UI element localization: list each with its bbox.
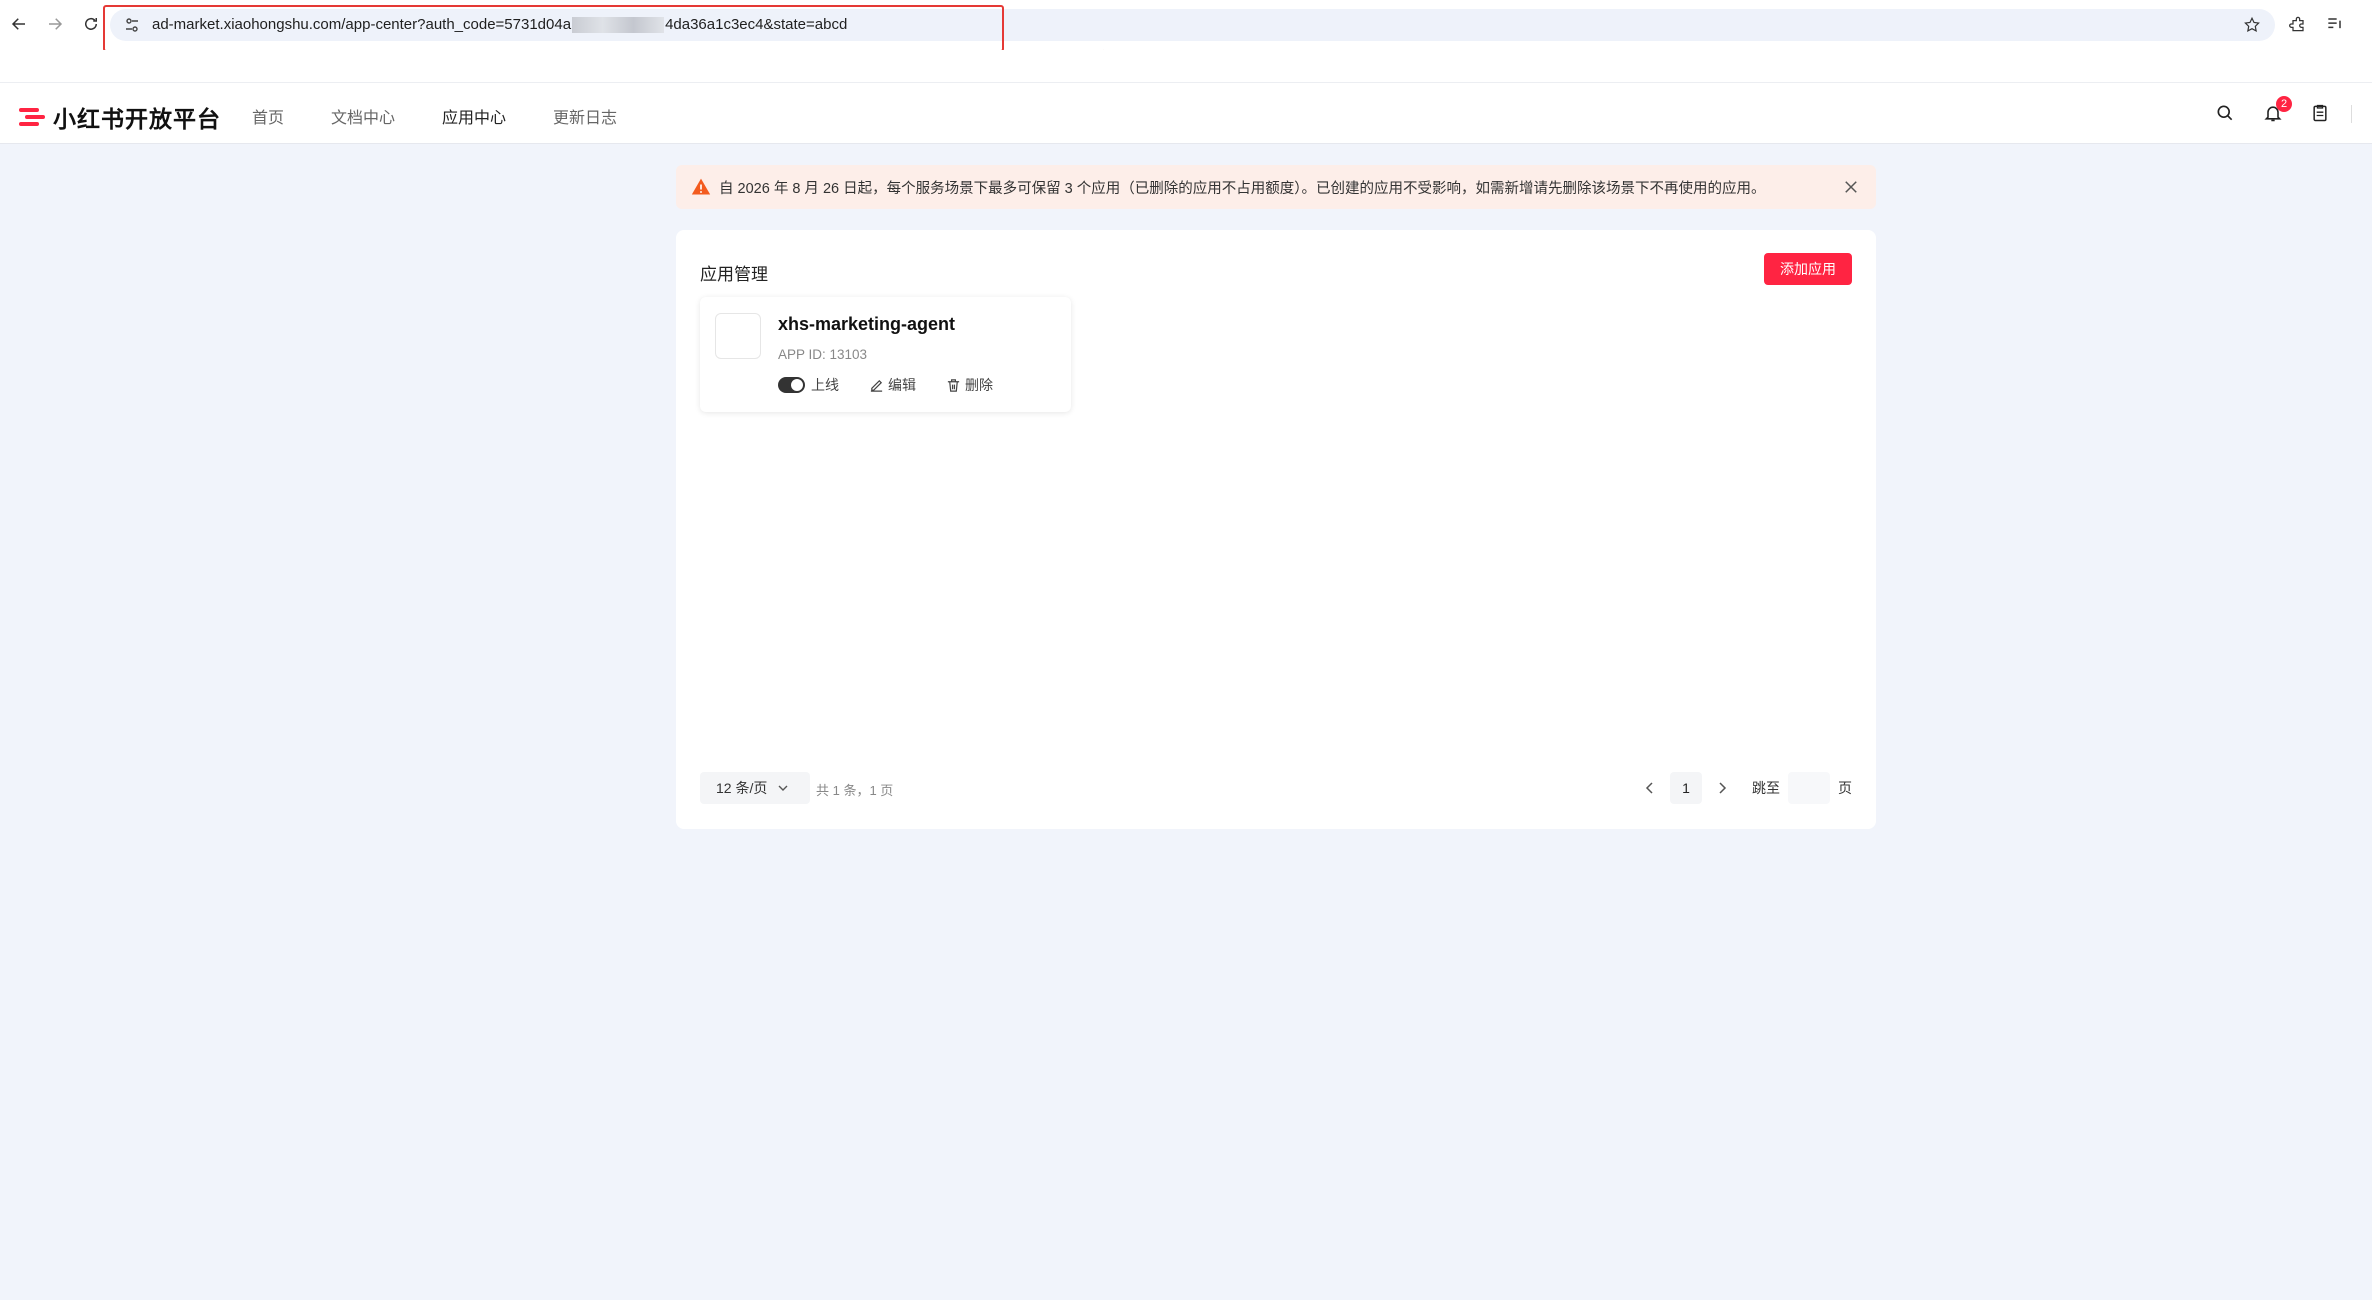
edit-icon[interactable]: [869, 378, 884, 393]
warning-icon: [691, 178, 711, 195]
nav-home[interactable]: 首页: [252, 104, 284, 128]
back-arrow-icon: [11, 18, 25, 30]
edit-button[interactable]: 编辑: [888, 375, 916, 395]
page-size-value: 12 条/页: [716, 780, 768, 796]
forward-button[interactable]: [44, 13, 66, 35]
online-toggle[interactable]: [778, 377, 805, 393]
page-number[interactable]: 1: [1670, 772, 1702, 804]
chevron-down-icon: [778, 785, 788, 791]
forward-arrow-icon: [49, 18, 63, 30]
search-icon: [2217, 105, 2233, 121]
jump-page-input[interactable]: [1788, 772, 1830, 804]
notification-badge: 2: [2276, 96, 2292, 112]
add-app-button[interactable]: 添加应用: [1764, 253, 1852, 285]
header-divider: [2351, 105, 2352, 123]
nav-docs[interactable]: 文档中心: [331, 104, 395, 128]
xiaohongshu-logo-icon: [19, 108, 45, 126]
reload-button[interactable]: [80, 13, 102, 35]
bookmark-star-icon[interactable]: [2243, 16, 2261, 34]
jump-label: 跳至: [1752, 780, 1780, 796]
next-page-icon[interactable]: [1714, 780, 1730, 796]
online-label: 上线: [811, 377, 839, 393]
back-button[interactable]: [8, 13, 30, 35]
prev-page-icon[interactable]: [1642, 780, 1658, 796]
annotation-highlight-box: [103, 5, 1004, 52]
delete-button[interactable]: 删除: [965, 375, 993, 395]
extensions-icon[interactable]: [2288, 14, 2308, 34]
section-title: 应用管理: [700, 265, 768, 284]
browser-toolbar: ad-market.xiaohongshu.com/app-center?aut…: [0, 0, 2372, 72]
app-card[interactable]: xhs-marketing-agent APP ID: 13103 上线 编辑 …: [700, 297, 1071, 412]
bookmarks-bar: [0, 50, 2372, 118]
app-id: APP ID: 13103: [778, 347, 868, 362]
trash-icon[interactable]: [946, 378, 961, 393]
app-management-panel: 应用管理 添加应用 xhs-marketing-agent APP ID: 13…: [676, 230, 1876, 829]
app-name[interactable]: xhs-marketing-agent: [778, 314, 955, 335]
page-total: 共 1 条，1 页: [816, 783, 894, 798]
app-actions: 上线 编辑 删除: [778, 375, 1023, 395]
search-button[interactable]: [2214, 102, 2236, 124]
site-header: 小红书开放平台 首页 文档中心 应用中心 更新日志 2: [0, 82, 2372, 144]
notification-button[interactable]: 2: [2262, 96, 2292, 124]
reload-icon: [85, 17, 97, 30]
browser-menu-icon[interactable]: [2325, 14, 2345, 34]
close-icon[interactable]: [1842, 178, 1860, 196]
notice-banner: 自 2026 年 8 月 26 日起，每个服务场景下最多可保留 3 个应用（已删…: [676, 165, 1876, 209]
notice-text: 自 2026 年 8 月 26 日起，每个服务场景下最多可保留 3 个应用（已删…: [719, 180, 1766, 197]
clipboard-button[interactable]: [2309, 102, 2331, 124]
app-avatar: [715, 313, 761, 359]
pagination: 1 跳至 页: [1630, 772, 1852, 804]
clipboard-icon: [2313, 104, 2327, 122]
nav-changelog[interactable]: 更新日志: [553, 104, 617, 128]
jump-suffix: 页: [1838, 780, 1852, 796]
logo-text: 小红书开放平台: [53, 106, 221, 132]
page-size-select[interactable]: 12 条/页: [700, 772, 810, 804]
nav-app-center[interactable]: 应用中心: [442, 104, 506, 128]
logo[interactable]: 小红书开放平台: [19, 100, 221, 134]
top-navigation: 首页 文档中心 应用中心 更新日志: [252, 104, 664, 128]
